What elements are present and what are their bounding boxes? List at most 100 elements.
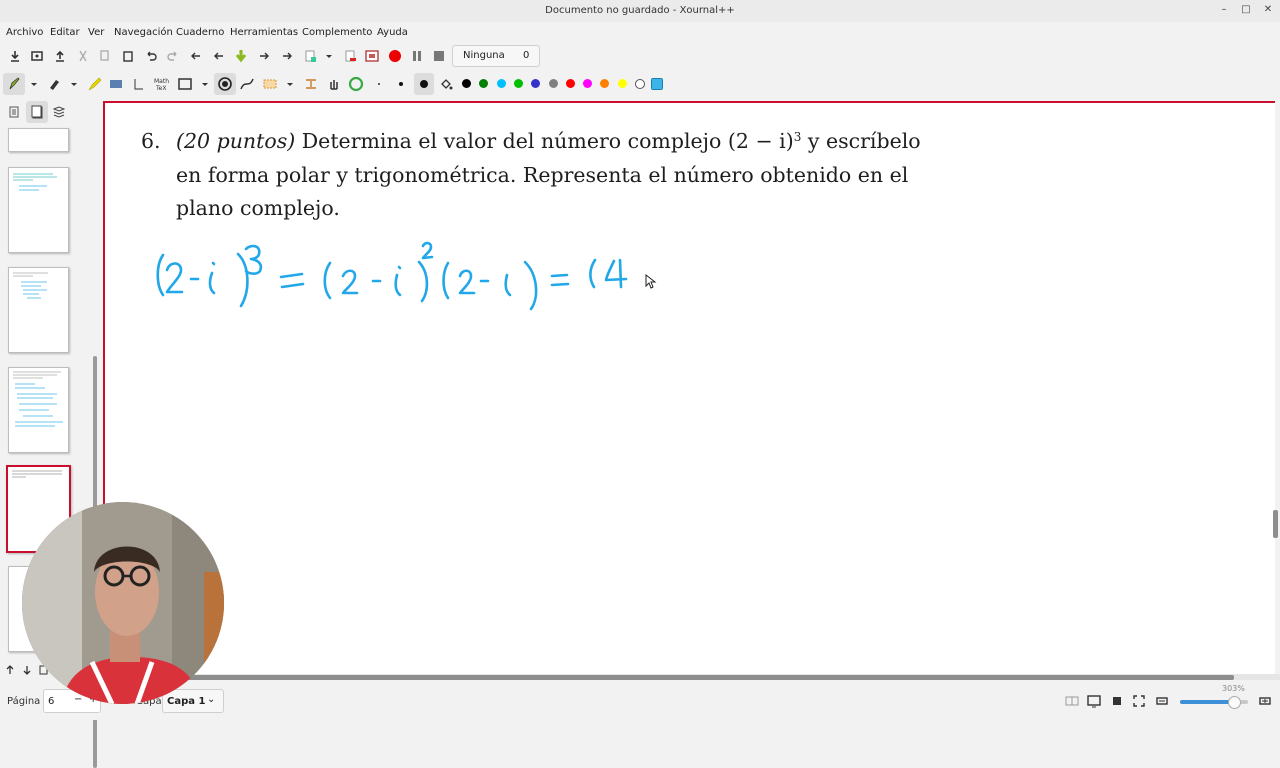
zoom-slider-fill (1180, 700, 1234, 704)
outline-view-icon[interactable] (6, 104, 22, 120)
draw-ruler-icon[interactable] (217, 76, 233, 92)
document-canvas[interactable]: 6. (20 puntos) Determina el valor del núm… (103, 98, 1280, 676)
page-decrement-button[interactable]: − (74, 694, 82, 705)
menu-editar[interactable]: Editar (50, 27, 80, 38)
thin-width-icon[interactable] (371, 76, 387, 92)
delete-page-icon[interactable] (342, 48, 358, 64)
new-page-dropdown-icon[interactable] (321, 48, 337, 64)
first-page-icon[interactable] (188, 48, 204, 64)
menu-ayuda[interactable]: Ayuda (377, 27, 408, 38)
highlighter-icon[interactable] (86, 76, 102, 92)
eraser-dropdown-icon[interactable] (66, 76, 82, 92)
previous-page-icon[interactable] (211, 48, 227, 64)
ink-stroke-digit-2 (458, 269, 476, 295)
chevron-down-icon: ⌄ (207, 694, 216, 705)
color-swatch-selected[interactable] (651, 78, 664, 90)
title-bar: Documento no guardado - Xournal++ – □ ✕ (0, 0, 1280, 22)
move-page-down-icon[interactable] (20, 663, 36, 679)
hand-icon[interactable] (326, 76, 342, 92)
page-thumbnail[interactable] (8, 267, 69, 353)
status-bar: Página 6 − + Capa Capa 1 ⌄ 303% (0, 680, 1280, 720)
canvas-vertical-scrollbar[interactable] (1273, 510, 1278, 538)
color-swatch[interactable] (635, 79, 645, 89)
close-icon[interactable]: ✕ (1261, 3, 1275, 17)
pen-icon[interactable] (6, 76, 22, 92)
record-icon[interactable] (387, 48, 403, 64)
paste-icon[interactable] (120, 48, 136, 64)
ink-stroke-i-dot (211, 261, 216, 266)
color-swatch[interactable] (462, 79, 471, 88)
stop-icon[interactable] (431, 48, 447, 64)
text-tool-icon[interactable] (108, 76, 124, 92)
select-dropdown-icon[interactable] (282, 76, 298, 92)
color-swatch[interactable] (531, 79, 541, 88)
menu-navegacion[interactable]: Navegación (114, 27, 173, 38)
new-page-icon[interactable] (302, 48, 318, 64)
shape-dropdown-icon[interactable] (197, 76, 213, 92)
ink-stroke-equals-bottom (550, 282, 570, 287)
pause-icon[interactable] (409, 48, 425, 64)
color-swatch[interactable] (583, 79, 593, 88)
redo-icon[interactable] (165, 48, 181, 64)
move-page-up-icon[interactable] (3, 663, 19, 679)
color-swatch[interactable] (513, 79, 523, 88)
mouse-cursor (645, 273, 657, 289)
fullscreen-icon[interactable] (364, 48, 380, 64)
color-swatch[interactable] (548, 79, 558, 88)
shape-rectangle-icon[interactable] (177, 76, 193, 92)
dual-page-icon[interactable] (1064, 693, 1080, 709)
color-swatch[interactable] (496, 79, 506, 88)
fill-refresh-icon[interactable] (348, 76, 364, 92)
webcam-overlay (22, 502, 224, 704)
color-swatch[interactable] (565, 79, 575, 88)
page-style-selector[interactable]: Ninguna 0 (452, 45, 540, 67)
menu-herramientas[interactable]: Herramientas (230, 27, 298, 38)
last-page-icon[interactable] (279, 48, 295, 64)
page-thumbnail[interactable] (8, 167, 69, 253)
color-swatch[interactable] (617, 79, 627, 88)
menu-ver[interactable]: Ver (88, 27, 104, 38)
page-style-value: Ninguna (463, 50, 505, 61)
select-rectangle-icon[interactable] (262, 76, 278, 92)
zoom-out-icon[interactable] (1154, 693, 1170, 709)
color-swatch[interactable] (600, 79, 610, 88)
fill-icon[interactable] (438, 76, 454, 92)
layer-selector[interactable]: Capa 1 ⌄ (162, 689, 224, 713)
copy-icon[interactable] (97, 48, 113, 64)
ink-stroke-i (208, 271, 216, 295)
goto-page-icon[interactable] (233, 48, 249, 64)
vertical-space-icon[interactable] (303, 76, 319, 92)
thick-width-icon[interactable] (416, 76, 432, 92)
zoom-slider-handle[interactable] (1228, 696, 1241, 709)
zoom-fit-icon[interactable] (1109, 693, 1125, 709)
pen-dropdown-icon[interactable] (26, 76, 42, 92)
page-thumbnail[interactable] (8, 367, 69, 453)
minimize-icon[interactable]: – (1217, 3, 1231, 17)
zoom-level: 303% (1222, 684, 1245, 693)
menu-cuaderno[interactable]: Cuaderno (176, 27, 224, 38)
pages-view-icon[interactable] (29, 104, 45, 120)
latex-icon[interactable]: Math TeX (153, 76, 169, 92)
ink-stroke-i (394, 273, 402, 297)
ink-stroke-paren-close (523, 260, 538, 311)
document-page[interactable]: 6. (20 puntos) Determina el valor del núm… (103, 101, 1275, 676)
page-thumbnail[interactable] (8, 128, 69, 152)
menu-archivo[interactable]: Archivo (6, 27, 43, 38)
save-icon[interactable] (7, 48, 23, 64)
color-swatch[interactable] (479, 79, 489, 88)
export-icon[interactable] (52, 48, 68, 64)
open-icon[interactable] (29, 48, 45, 64)
fullscreen-toggle-icon[interactable] (1131, 693, 1147, 709)
maximize-icon[interactable]: □ (1239, 3, 1253, 17)
zoom-in-icon[interactable] (1257, 693, 1273, 709)
math-tex-icon[interactable] (131, 76, 147, 92)
menu-complemento[interactable]: Complemento (302, 27, 372, 38)
layers-view-icon[interactable] (51, 104, 67, 120)
eraser-icon[interactable] (46, 76, 62, 92)
cut-icon[interactable] (75, 48, 91, 64)
medium-width-icon[interactable] (393, 76, 409, 92)
presentation-mode-icon[interactable] (1086, 693, 1102, 709)
spline-icon[interactable] (239, 76, 255, 92)
undo-icon[interactable] (143, 48, 159, 64)
next-page-icon[interactable] (256, 48, 272, 64)
